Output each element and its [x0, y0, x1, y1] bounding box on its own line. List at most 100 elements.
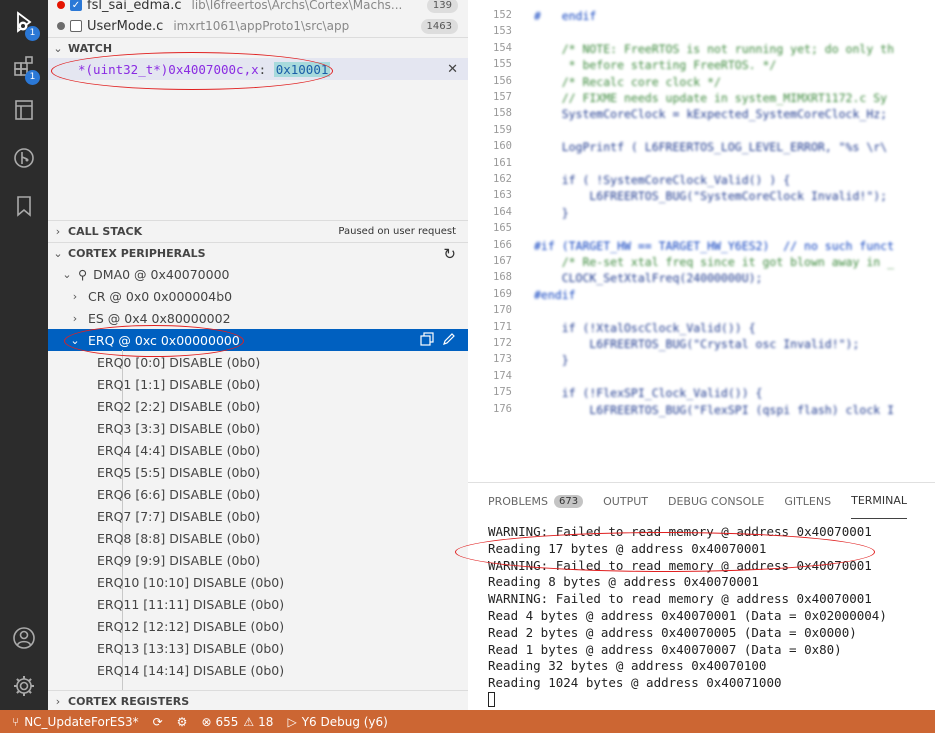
register-field-row[interactable]: ERQ14 [14:14] DISABLE (0b0) — [48, 659, 468, 681]
register-row-selected[interactable]: ⌄ ERQ @ 0xc 0x00000000 — [48, 329, 468, 351]
line-number: 160 — [493, 140, 512, 153]
code-line: /* NOTE: FreeRTOS is not running yet; do… — [534, 41, 895, 56]
register-field-row[interactable]: ERQ11 [11:11] DISABLE (0b0) — [48, 593, 468, 615]
register-field-label: ERQ2 [2:2] DISABLE (0b0) — [97, 398, 261, 414]
open-editor-item[interactable]: UserMode.c imxrt1061\appProto1\src\app 1… — [48, 15, 468, 37]
source-control-icon[interactable] — [0, 136, 48, 180]
gear-icon[interactable] — [0, 664, 48, 708]
code-line: #endif — [534, 287, 576, 302]
extensions-icon[interactable]: 1 — [0, 44, 48, 88]
terminal-line: Read 2 bytes @ address 0x40070005 (Data … — [488, 624, 857, 640]
register-field-row[interactable]: ERQ5 [5:5] DISABLE (0b0) — [48, 461, 468, 483]
tab-problems[interactable]: PROBLEMS 673 — [488, 483, 584, 519]
terminal-line: Reading 8 bytes @ address 0x40070001 — [488, 574, 759, 590]
register-field-label: ERQ14 [14:14] DISABLE (0b0) — [97, 662, 285, 678]
code-editor[interactable]: 152 # endif 153 154 /* NOTE: FreeRTOS is no… — [468, 0, 935, 482]
watch-value: 0x10001 — [273, 61, 331, 77]
register-field-label: ERQ12 [12:12] DISABLE (0b0) — [97, 618, 285, 634]
register-field-label: ERQ3 [3:3] DISABLE (0b0) — [97, 420, 261, 436]
register-field-row[interactable]: ERQ0 [0:0] DISABLE (0b0) — [48, 351, 468, 373]
tab-debug-console[interactable]: DEBUG CONSOLE — [668, 483, 764, 519]
register-field-row[interactable]: ERQ10 [10:10] DISABLE (0b0) — [48, 571, 468, 593]
register-field-row[interactable]: ERQ7 [7:7] DISABLE (0b0) — [48, 505, 468, 527]
code-line: CLOCK_SetXtalFreq(24000000U); — [534, 271, 763, 286]
run-debug-icon[interactable]: 1 — [0, 0, 48, 44]
register-row[interactable]: › ES @ 0x4 0x80000002 — [48, 307, 468, 329]
line-number: 162 — [493, 173, 512, 185]
pin-icon[interactable]: ⚲ — [78, 267, 87, 282]
line-number: 161 — [493, 156, 512, 169]
edit-icon[interactable] — [442, 332, 456, 349]
tab-terminal[interactable]: TERMINAL — [851, 483, 908, 519]
notebook-icon[interactable] — [0, 88, 48, 132]
tab-label: PROBLEMS — [488, 494, 549, 508]
register-row[interactable]: › CR @ 0x0 0x000004b0 — [48, 285, 468, 307]
code-line: L6FREERTOS_BUG("Crystal osc Invalid!"); — [534, 337, 860, 351]
register-field-row[interactable]: ERQ12 [12:12] DISABLE (0b0) — [48, 615, 468, 637]
code-line: // FIXME needs update in system_MIMXRT11… — [534, 91, 888, 105]
problems-status[interactable]: ⊗ 655 ⚠ 18 — [201, 715, 273, 729]
watch-section-header[interactable]: ⌄ WATCH — [48, 37, 468, 59]
register-field-row[interactable]: ERQ4 [4:4] DISABLE (0b0) — [48, 439, 468, 461]
debug-sidebar: ✓ fsl_sai_edma.c lib\l6freertos\Archs\Co… — [48, 0, 468, 710]
open-editor-item[interactable]: ✓ fsl_sai_edma.c lib\l6freertos\Archs\Co… — [48, 0, 468, 16]
chevron-right-icon: › — [72, 311, 78, 325]
register-field-row[interactable]: ERQ9 [9:9] DISABLE (0b0) — [48, 549, 468, 571]
terminal-line: Reading 1024 bytes @ address 0x40071000 — [488, 675, 782, 691]
tab-output[interactable]: OUTPUT — [603, 483, 648, 519]
chevron-down-icon: ⌄ — [53, 42, 63, 55]
register-field-row[interactable]: ERQ2 [2:2] DISABLE (0b0) — [48, 395, 468, 417]
checkbox-icon[interactable] — [70, 20, 82, 32]
line-number: 159 — [493, 123, 512, 136]
error-icon: ⊗ — [201, 714, 212, 729]
peripherals-title: CORTEX PERIPHERALS — [68, 247, 206, 260]
register-field-row[interactable]: ERQ6 [6:6] DISABLE (0b0) — [48, 483, 468, 505]
chevron-right-icon: › — [72, 289, 78, 303]
chevron-down-icon: ⌄ — [53, 247, 63, 260]
run-debug-badge: 1 — [25, 26, 40, 41]
peripheral-device[interactable]: ⌄ ⚲ DMA0 @ 0x40070000 — [48, 263, 468, 285]
tab-gitlens[interactable]: GITLENS — [784, 483, 831, 519]
tab-label: DEBUG CONSOLE — [667, 494, 765, 508]
checkbox-checked-icon[interactable]: ✓ — [70, 0, 82, 11]
sync-icon[interactable]: ⟳ — [153, 715, 163, 729]
code-line: } — [534, 353, 569, 368]
status-bar: ⑂ NC_UpdateForES3* ⟳ ⚙ ⊗ 655 ⚠ 18 ▷ Y6 D… — [0, 710, 935, 733]
chevron-down-icon: ⌄ — [70, 333, 80, 347]
line-number: 169 — [493, 287, 512, 300]
register-field-row[interactable]: ERQ13 [13:13] DISABLE (0b0) — [48, 637, 468, 659]
line-number: 171 — [493, 320, 512, 333]
account-icon[interactable] — [0, 616, 48, 660]
code-line: * before starting FreeRTOS. */ — [534, 58, 777, 73]
call-stack-title: CALL STACK — [68, 225, 143, 238]
cortex-registers-section-header[interactable]: › CORTEX REGISTERS — [48, 690, 468, 710]
chevron-right-icon: › — [55, 695, 61, 708]
bookmark-icon[interactable] — [0, 184, 48, 228]
line-number: 156 — [493, 74, 512, 87]
open-editor-filename: fsl_sai_edma.c — [87, 0, 182, 13]
register-field-row[interactable]: ERQ8 [8:8] DISABLE (0b0) — [48, 527, 468, 549]
debug-play-icon: ▷ — [287, 714, 297, 729]
copy-icon[interactable] — [420, 331, 434, 349]
watch-title: WATCH — [68, 42, 113, 55]
refresh-icon[interactable]: ↻ — [443, 245, 456, 263]
code-line: if (!XtalOscClock_Valid()) { — [534, 320, 756, 335]
call-stack-section-header[interactable]: › CALL STACK Paused on user request — [48, 220, 468, 242]
watch-expression-row[interactable]: *(uint32_t*)0x4007000c,x: 0x10001 ✕ — [48, 58, 468, 80]
debug-config-status[interactable]: ▷ Y6 Debug (y6) — [287, 715, 387, 729]
branch-status[interactable]: ⑂ NC_UpdateForES3* — [12, 715, 139, 729]
register-field-label: ERQ8 [8:8] DISABLE (0b0) — [97, 530, 261, 546]
watch-separator: : — [258, 61, 274, 77]
terminal-line: WARNING: Failed to read memory @ address… — [488, 591, 872, 607]
register-field-row[interactable]: ERQ1 [1:1] DISABLE (0b0) — [48, 373, 468, 395]
debug-target-icon[interactable]: ⚙ — [177, 715, 188, 729]
tab-label: TERMINAL — [851, 494, 908, 507]
modified-dot-icon — [57, 1, 65, 9]
register-field-label: ERQ7 [7:7] DISABLE (0b0) — [97, 508, 261, 524]
peripherals-section-header[interactable]: ⌄ CORTEX PERIPHERALS ↻ — [48, 242, 468, 264]
close-icon[interactable]: ✕ — [447, 62, 458, 77]
open-editor-path: imxrt1061\appProto1\src\app — [173, 19, 350, 33]
extensions-badge: 1 — [25, 70, 40, 85]
register-field-row[interactable]: ERQ3 [3:3] DISABLE (0b0) — [48, 417, 468, 439]
code-line: if ( !SystemCoreClock_Valid() ) { — [534, 173, 791, 187]
